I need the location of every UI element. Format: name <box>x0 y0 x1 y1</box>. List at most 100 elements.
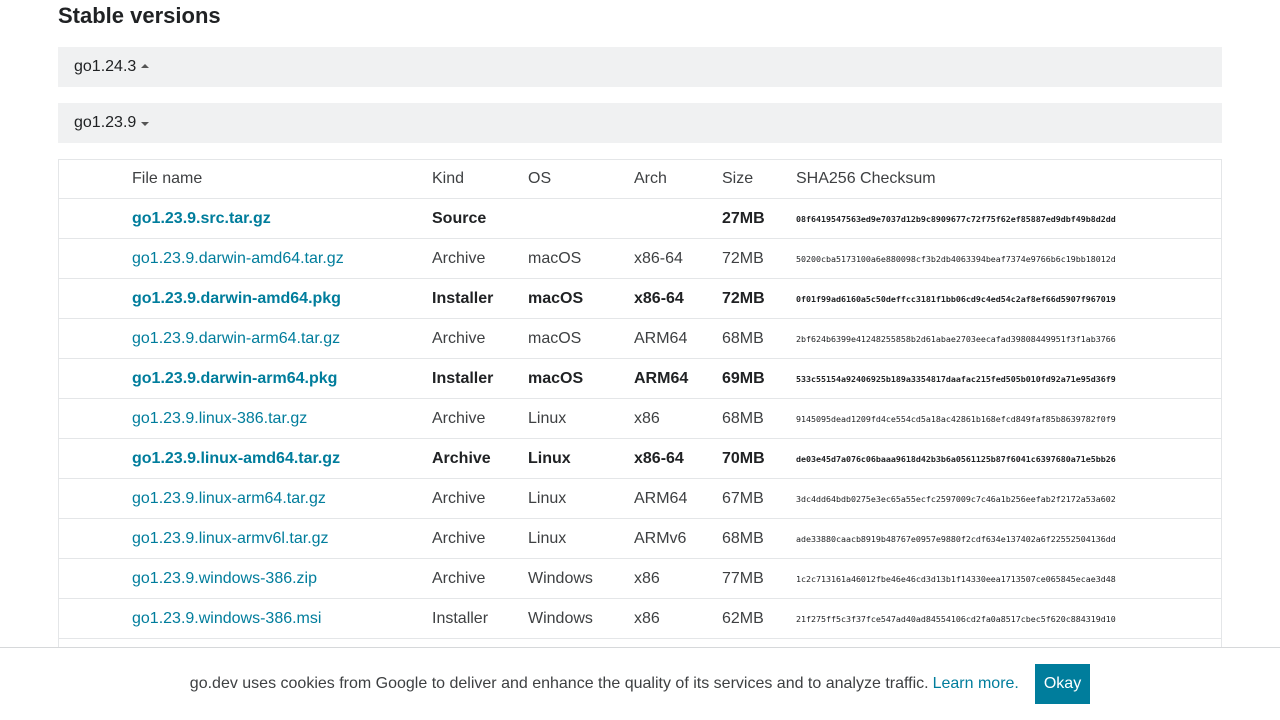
download-link[interactable]: go1.23.9.windows-386.zip <box>132 570 317 587</box>
download-link[interactable]: go1.23.9.linux-386.tar.gz <box>132 410 307 427</box>
arch-cell: ARM64 <box>634 358 722 399</box>
version-toggle-go1-23-9[interactable]: go1.23.9 <box>58 103 1222 143</box>
filename-cell: go1.23.9.linux-armv6l.tar.gz <box>132 518 432 559</box>
size-cell: 72MB <box>722 238 796 279</box>
table-row: go1.23.9.linux-amd64.tar.gz Archive Linux x… <box>59 438 1221 479</box>
kind-cell: Archive <box>432 518 528 559</box>
row-spacer <box>59 478 132 519</box>
table-row: go1.23.9.linux-386.tar.gz Archive Linux x86… <box>59 398 1221 439</box>
download-link[interactable]: go1.23.9.darwin-amd64.tar.gz <box>132 250 344 267</box>
download-link[interactable]: go1.23.9.windows-386.msi <box>132 610 321 627</box>
arch-cell: x86-64 <box>634 438 722 479</box>
filename-cell: go1.23.9.src.tar.gz <box>132 198 432 239</box>
section-title: Stable versions <box>58 3 221 28</box>
header-filename: File name <box>132 160 432 199</box>
size-cell: 77MB <box>722 558 796 599</box>
download-link[interactable]: go1.23.9.linux-amd64.tar.gz <box>132 450 340 467</box>
header-size: Size <box>722 160 796 199</box>
row-spacer <box>59 318 132 359</box>
downloads-page: Stable versions go1.24.3 go1.23.9 File n… <box>0 0 1280 720</box>
os-cell <box>528 198 634 239</box>
caret-down-icon <box>141 122 150 126</box>
row-spacer <box>59 518 132 559</box>
kind-cell: Archive <box>432 238 528 279</box>
header-spacer <box>59 160 132 199</box>
size-cell: 62MB <box>722 598 796 639</box>
filename-cell: go1.23.9.windows-386.zip <box>132 558 432 599</box>
download-link[interactable]: go1.23.9.linux-armv6l.tar.gz <box>132 530 329 547</box>
table-row: go1.23.9.windows-386.zip Archive Windows x8… <box>59 558 1221 599</box>
table-row: go1.23.9.linux-armv6l.tar.gz Archive Linux… <box>59 518 1221 559</box>
cookie-text: go.dev uses cookies from Google to deliv… <box>189 675 929 692</box>
kind-cell: Installer <box>432 358 528 399</box>
okay-button[interactable]: Okay <box>1034 664 1091 704</box>
download-link[interactable]: go1.23.9.linux-arm64.tar.gz <box>132 490 326 507</box>
size-cell: 72MB <box>722 278 796 319</box>
size-cell: 70MB <box>722 438 796 479</box>
arch-cell: ARM64 <box>634 318 722 359</box>
os-cell: Windows <box>528 598 634 639</box>
version-toggle-go1-24-3[interactable]: go1.24.3 <box>58 47 1222 87</box>
filename-cell: go1.23.9.linux-386.tar.gz <box>132 398 432 439</box>
header-kind: Kind <box>432 160 528 199</box>
os-cell: Linux <box>528 478 634 519</box>
size-cell: 69MB <box>722 358 796 399</box>
checksum-cell: 533c55154a92406925b189a3354817daafac215f… <box>796 358 1221 399</box>
header-os: OS <box>528 160 634 199</box>
caret-up-icon <box>141 64 150 68</box>
filename-cell: go1.23.9.linux-amd64.tar.gz <box>132 438 432 479</box>
checksum-cell: 21f275ff5c3f37fce547ad40ad84554106cd2fa0… <box>796 598 1221 639</box>
kind-cell: Archive <box>432 478 528 519</box>
filename-cell: go1.23.9.linux-arm64.tar.gz <box>132 478 432 519</box>
kind-cell: Installer <box>432 598 528 639</box>
checksum-cell: de03e45d7a076c06baaa9618d42b3b6a0561125b… <box>796 438 1221 479</box>
arch-cell: x86-64 <box>634 278 722 319</box>
size-cell: 68MB <box>722 398 796 439</box>
row-spacer <box>59 438 132 479</box>
kind-cell: Archive <box>432 318 528 359</box>
checksum-cell: 08f6419547563ed9e7037d12b9c8909677c72f75… <box>796 198 1221 239</box>
arch-cell: x86 <box>634 598 722 639</box>
size-cell: 67MB <box>722 478 796 519</box>
kind-cell: Archive <box>432 438 528 479</box>
arch-cell: ARM64 <box>634 478 722 519</box>
download-link[interactable]: go1.23.9.darwin-arm64.tar.gz <box>132 330 340 347</box>
learn-more-link[interactable]: Learn more. <box>933 675 1019 693</box>
size-cell: 68MB <box>722 518 796 559</box>
size-cell: 27MB <box>722 198 796 239</box>
arch-cell: x86 <box>634 558 722 599</box>
row-spacer <box>59 558 132 599</box>
arch-cell: x86-64 <box>634 238 722 279</box>
filename-cell: go1.23.9.darwin-arm64.pkg <box>132 358 432 399</box>
downloads-table: File name Kind OS Arch Size SHA256 Check… <box>59 160 1221 678</box>
row-spacer <box>59 598 132 639</box>
checksum-cell: 50200cba5173100a6e880098cf3b2db4063394be… <box>796 238 1221 279</box>
checksum-cell: 1c2c713161a46012fbe46e46cd3d13b1f14330ee… <box>796 558 1221 599</box>
arch-cell: ARMv6 <box>634 518 722 559</box>
os-cell: Linux <box>528 398 634 439</box>
os-cell: macOS <box>528 238 634 279</box>
checksum-cell: 2bf624b6399e41248255858b2d61abae2703eeca… <box>796 318 1221 359</box>
filename-cell: go1.23.9.windows-386.msi <box>132 598 432 639</box>
arch-cell <box>634 198 722 239</box>
os-cell: macOS <box>528 318 634 359</box>
download-link[interactable]: go1.23.9.darwin-arm64.pkg <box>132 370 337 387</box>
table-row: go1.23.9.darwin-amd64.tar.gz Archive macOS… <box>59 238 1221 279</box>
table-header-row: File name Kind OS Arch Size SHA256 Check… <box>59 160 1221 199</box>
filename-cell: go1.23.9.darwin-amd64.tar.gz <box>132 238 432 279</box>
kind-cell: Archive <box>432 398 528 439</box>
version-label: go1.24.3 <box>74 58 137 75</box>
table-row: go1.23.9.darwin-amd64.pkg Installer macOS x… <box>59 278 1221 319</box>
arch-cell: x86 <box>634 398 722 439</box>
checksum-cell: 9145095dead1209fd4ce554cd5a18ac42861b168… <box>796 398 1221 439</box>
download-link[interactable]: go1.23.9.darwin-amd64.pkg <box>132 290 341 307</box>
cookie-banner: go.dev uses cookies from Google to deliv… <box>0 647 1280 720</box>
os-cell: Linux <box>528 438 634 479</box>
filename-cell: go1.23.9.darwin-arm64.tar.gz <box>132 318 432 359</box>
table-row: go1.23.9.windows-386.msi Installer Windows… <box>59 598 1221 639</box>
kind-cell: Installer <box>432 278 528 319</box>
row-spacer <box>59 198 132 239</box>
download-link[interactable]: go1.23.9.src.tar.gz <box>132 210 271 227</box>
row-spacer <box>59 278 132 319</box>
header-arch: Arch <box>634 160 722 199</box>
